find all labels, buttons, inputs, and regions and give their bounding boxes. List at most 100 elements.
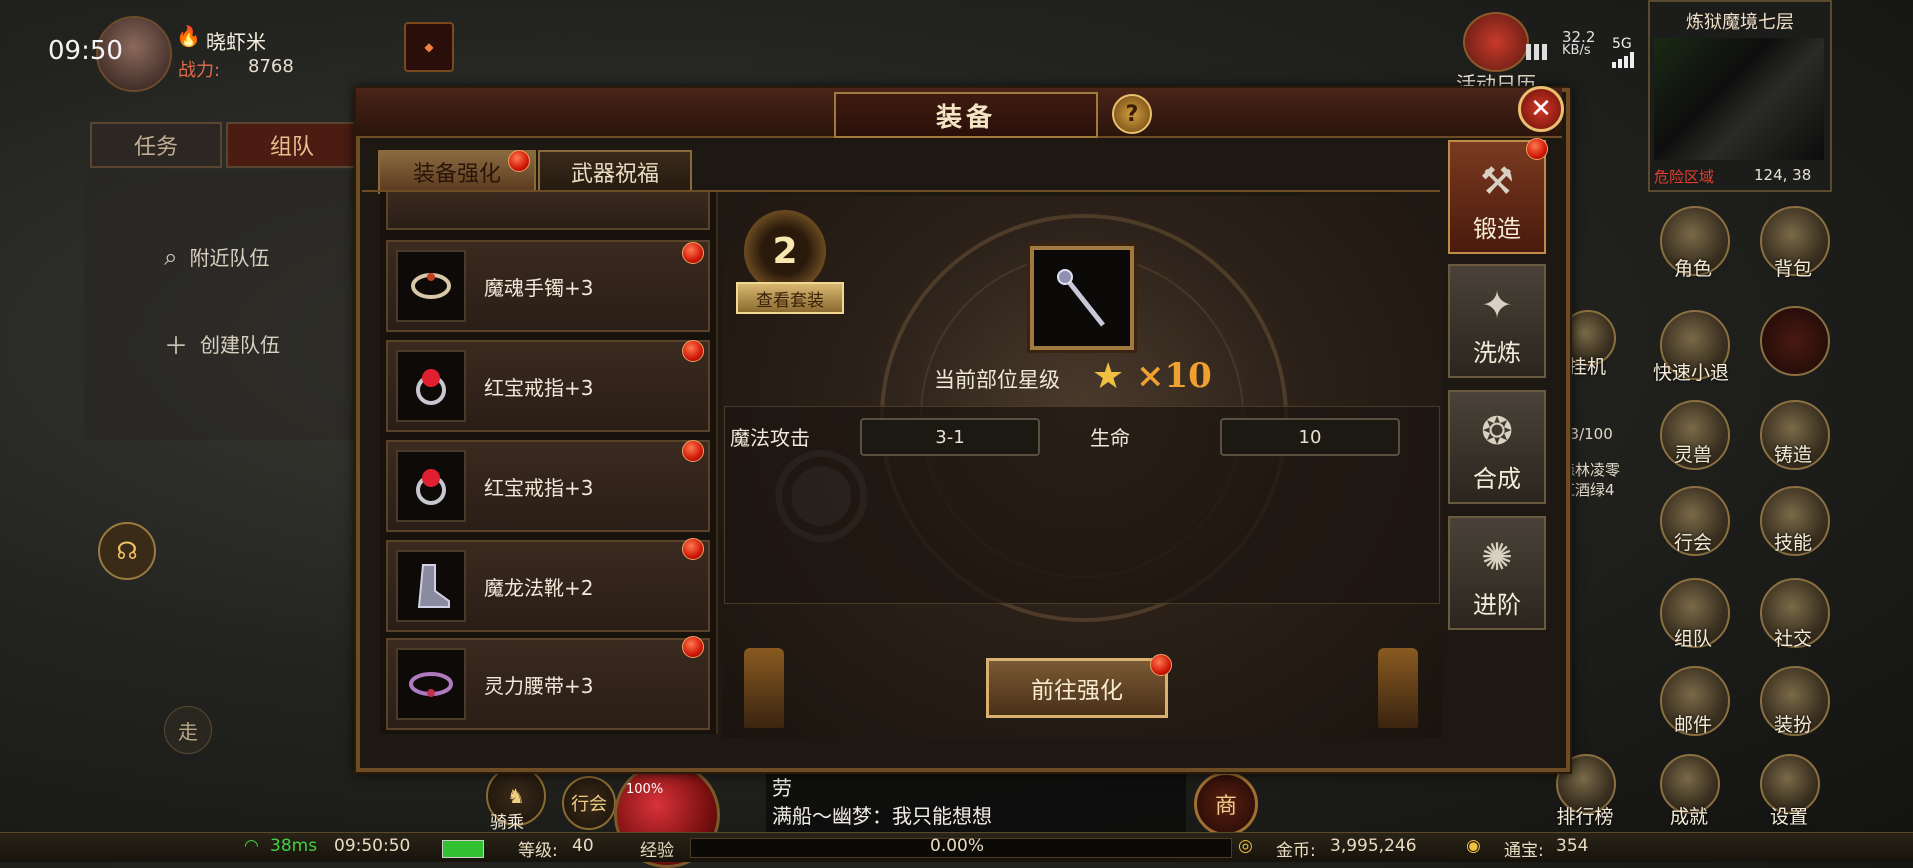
tab-quest[interactable]: 任务 xyxy=(90,122,222,168)
menu-cross[interactable] xyxy=(1760,306,1830,376)
menu-pet[interactable]: 灵兽 xyxy=(1660,400,1730,470)
list-item[interactable]: 红宝戒指+3 xyxy=(386,340,710,432)
menu-character-label: 角色 xyxy=(1673,258,1712,280)
phone-status-icons xyxy=(1524,40,1554,64)
wand-icon xyxy=(1057,269,1105,327)
forge-icon: ⚒ xyxy=(1479,159,1515,203)
nearby-team-option[interactable]: ⌕ 附近队伍 xyxy=(164,242,269,271)
set-badge[interactable]: 2 xyxy=(744,210,826,292)
menu-outfit[interactable]: 装扮 xyxy=(1760,666,1830,736)
item-name: 魔龙法靴+2 xyxy=(484,576,594,600)
shop-button[interactable]: 商 xyxy=(1194,772,1258,836)
equipment-slot[interactable] xyxy=(1030,246,1134,350)
star-level-label: 当前部位星级 xyxy=(934,368,1060,392)
minimap-view[interactable] xyxy=(1654,38,1824,160)
net-speed: 32.2 KB/s xyxy=(1562,30,1595,58)
menu-quick-logout-label: 快速小退 xyxy=(1652,362,1729,384)
team-panel xyxy=(84,170,374,440)
exp-label: 经验 xyxy=(640,841,674,861)
voice-chat-icon[interactable]: ☊ xyxy=(98,522,156,580)
tab-weapon-bless-label: 武器祝福 xyxy=(570,162,659,187)
wifi-ping-icon: ◠ xyxy=(244,836,259,856)
status-time: 09:50 xyxy=(48,36,123,66)
item-name: 灵力腰带+3 xyxy=(484,674,594,698)
map-title: 炼狱魔境七层 xyxy=(1686,12,1794,33)
menu-forge-label: 铸造 xyxy=(1773,444,1812,466)
notification-dot xyxy=(682,538,704,560)
ping: 38ms xyxy=(270,836,318,856)
menu-quick-logout[interactable]: 快速小退 xyxy=(1653,310,1730,384)
walk-button[interactable]: 走 xyxy=(164,706,212,754)
battery-icon xyxy=(442,840,484,858)
close-icon: ✕ xyxy=(1530,94,1552,124)
item-name: 红宝戒指+3 xyxy=(484,376,594,400)
list-item[interactable]: 灵力腰带+3 xyxy=(386,638,710,730)
plus-icon: ＋ xyxy=(164,332,188,360)
nearby-team-label: 附近队伍 xyxy=(189,246,270,270)
side-tab-refine-label: 洗炼 xyxy=(1473,339,1521,367)
set-number: 2 xyxy=(772,230,798,272)
side-tab-advance-label: 进阶 xyxy=(1473,591,1521,619)
menu-skills[interactable]: 技能 xyxy=(1760,486,1830,556)
ruby-ring-icon xyxy=(396,350,466,422)
menu-outfit-label: 装扮 xyxy=(1773,714,1812,736)
search-icon: ⌕ xyxy=(164,242,178,271)
gold-label: 金币: xyxy=(1276,841,1316,861)
side-tab-advance[interactable]: ✺ 进阶 xyxy=(1448,516,1546,630)
menu-achievement[interactable]: 成就 xyxy=(1660,754,1720,828)
item-name: 红宝戒指+3 xyxy=(484,476,594,500)
map-zone: 危险区域 xyxy=(1654,168,1715,186)
menu-team[interactable]: 组队 xyxy=(1660,578,1730,650)
list-item-partial[interactable] xyxy=(386,192,710,230)
menu-guild[interactable]: 行会 xyxy=(1660,486,1730,556)
guild-shortcut-label: 行会 xyxy=(571,794,607,815)
guild-shortcut-button[interactable]: 行会 xyxy=(562,776,616,830)
create-team-option[interactable]: ＋ 创建队伍 xyxy=(164,326,280,361)
menu-settings[interactable]: 设置 xyxy=(1760,754,1820,828)
menu-mail[interactable]: 邮件 xyxy=(1660,666,1730,736)
help-button[interactable]: ? xyxy=(1112,94,1152,134)
dialog-title: 装备 xyxy=(834,92,1098,138)
go-enhance-button[interactable]: 前往强化 xyxy=(986,658,1168,718)
net-speed-value: 32.2 xyxy=(1562,28,1596,46)
map-coords: 124, 38 xyxy=(1754,166,1812,184)
tongbao-label: 通宝: xyxy=(1504,841,1544,861)
flame-icon: 🔥 xyxy=(176,24,201,48)
bracelet-icon xyxy=(396,250,466,322)
boots-icon xyxy=(396,550,466,622)
event-icon[interactable]: ◆ xyxy=(404,22,454,72)
brazier-decoration xyxy=(1378,648,1418,728)
side-tab-refine[interactable]: ✦ 洗炼 xyxy=(1448,264,1546,378)
menu-social[interactable]: 社交 xyxy=(1760,578,1830,650)
dialog-title-text: 装备 xyxy=(935,102,996,133)
close-button[interactable]: ✕ xyxy=(1518,86,1564,132)
list-item[interactable]: 魔魂手镯+3 xyxy=(386,240,710,332)
belt-icon xyxy=(396,648,466,720)
notification-dot xyxy=(1150,654,1172,676)
clock: 09:50:50 xyxy=(334,836,411,856)
level-value: 40 xyxy=(572,836,594,856)
stat-value-text: 10 xyxy=(1298,426,1322,448)
menu-team-label: 组队 xyxy=(1673,628,1712,650)
menu-ranking-label: 排行榜 xyxy=(1556,806,1614,828)
stat-value: 10 xyxy=(1220,418,1400,456)
menu-bag[interactable]: 背包 xyxy=(1760,206,1830,280)
list-item[interactable]: 魔龙法靴+2 xyxy=(386,540,710,632)
menu-character[interactable]: 角色 xyxy=(1660,206,1730,280)
notification-dot xyxy=(682,636,704,658)
menu-forge[interactable]: 铸造 xyxy=(1760,400,1830,470)
activity-calendar-icon xyxy=(1463,12,1529,72)
refine-icon: ✦ xyxy=(1481,283,1513,327)
list-item[interactable]: 红宝戒指+3 xyxy=(386,440,710,532)
tab-weapon-bless[interactable]: 武器祝福 xyxy=(538,150,692,194)
tab-team-label: 组队 xyxy=(269,135,314,160)
side-tab-combine[interactable]: ❂ 合成 xyxy=(1448,390,1546,504)
stat-value: 3-1 xyxy=(860,418,1040,456)
advance-icon: ✺ xyxy=(1481,535,1513,579)
view-set-button[interactable]: 查看套装 xyxy=(736,282,844,314)
tab-team[interactable]: 组队 xyxy=(226,122,358,168)
tab-equip-enhance-label: 装备强化 xyxy=(412,162,501,187)
menu-skills-label: 技能 xyxy=(1773,532,1812,554)
menu-achievement-label: 成就 xyxy=(1669,806,1708,828)
shop-label: 商 xyxy=(1214,794,1237,819)
